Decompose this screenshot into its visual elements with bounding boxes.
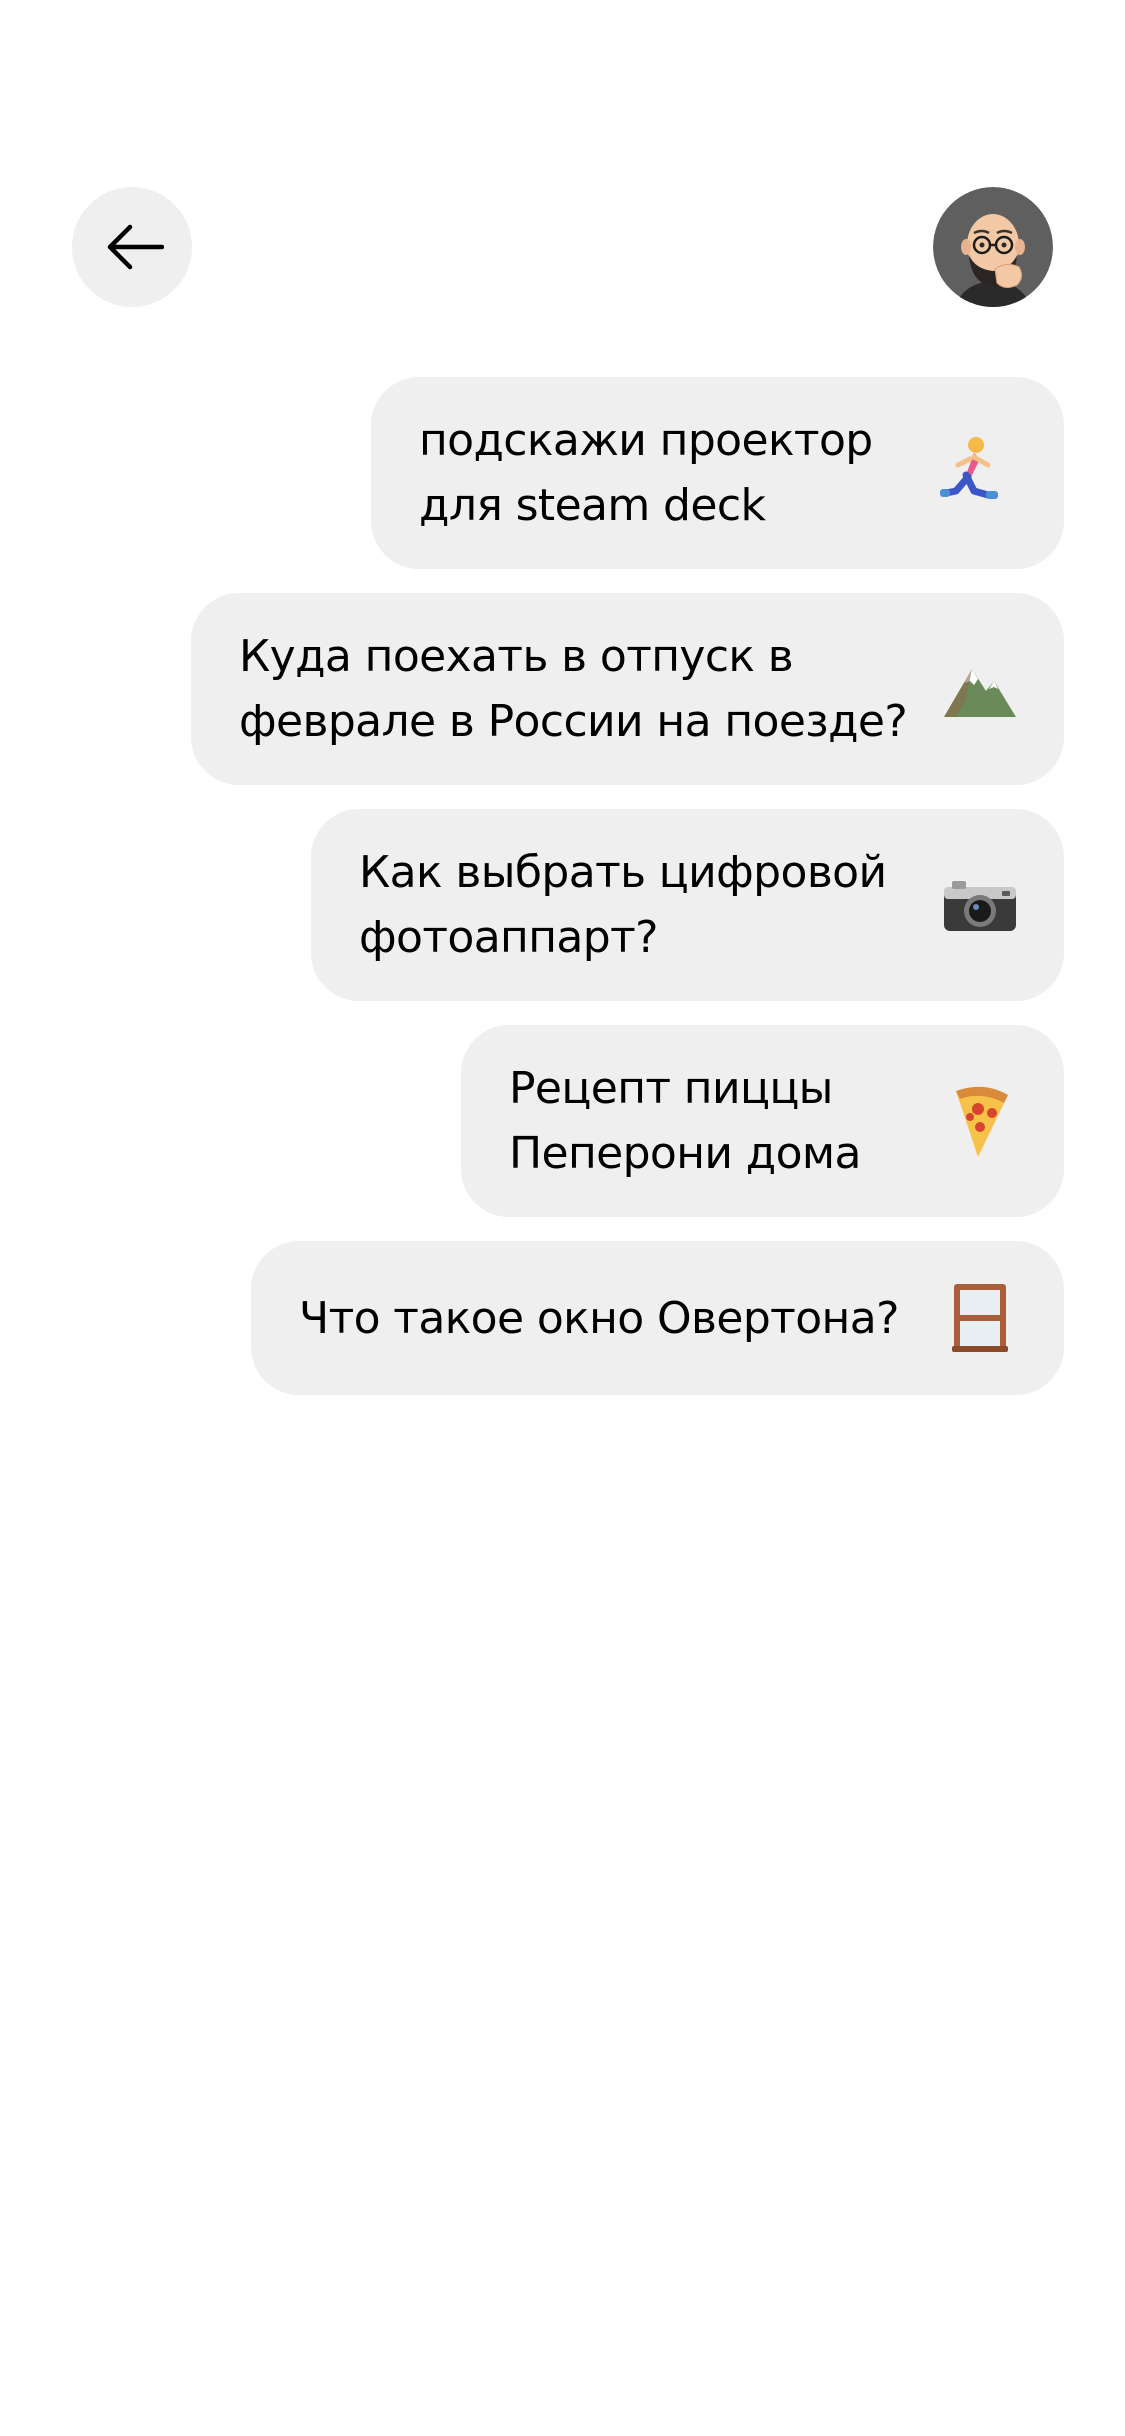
pizza-icon <box>942 1083 1018 1159</box>
mountain-icon <box>942 651 1018 727</box>
suggestion-vacation[interactable]: Куда поехать в отпуск в феврале в России… <box>191 593 1064 785</box>
running-person-icon <box>934 435 1010 511</box>
suggestion-text: Как выбрать цифровой фотоаппарт? <box>359 847 887 963</box>
back-button[interactable] <box>72 187 192 307</box>
suggestion-text: Куда поехать в отпуск в феврале в России… <box>239 631 908 747</box>
camera-icon <box>942 867 1018 943</box>
arrow-left-icon <box>107 224 164 270</box>
suggestion-text: Что такое окно Овертона? <box>299 1292 899 1344</box>
suggestion-pizza[interactable]: Рецепт пиццы Пеперони дома <box>461 1025 1064 1217</box>
suggestion-text: Рецепт пиццы Пеперони дома <box>509 1063 862 1179</box>
memoji-avatar-icon <box>933 187 1053 307</box>
suggestion-camera[interactable]: Как выбрать цифровой фотоаппарт? <box>311 809 1064 1001</box>
suggestion-text: подскажи проектор для steam deck <box>419 415 873 531</box>
window-icon <box>942 1280 1018 1356</box>
avatar[interactable] <box>933 187 1053 307</box>
suggestion-overton[interactable]: Что такое окно Овертона? <box>251 1241 1064 1395</box>
suggestion-projector[interactable]: подскажи проектор для steam deck <box>371 377 1064 569</box>
